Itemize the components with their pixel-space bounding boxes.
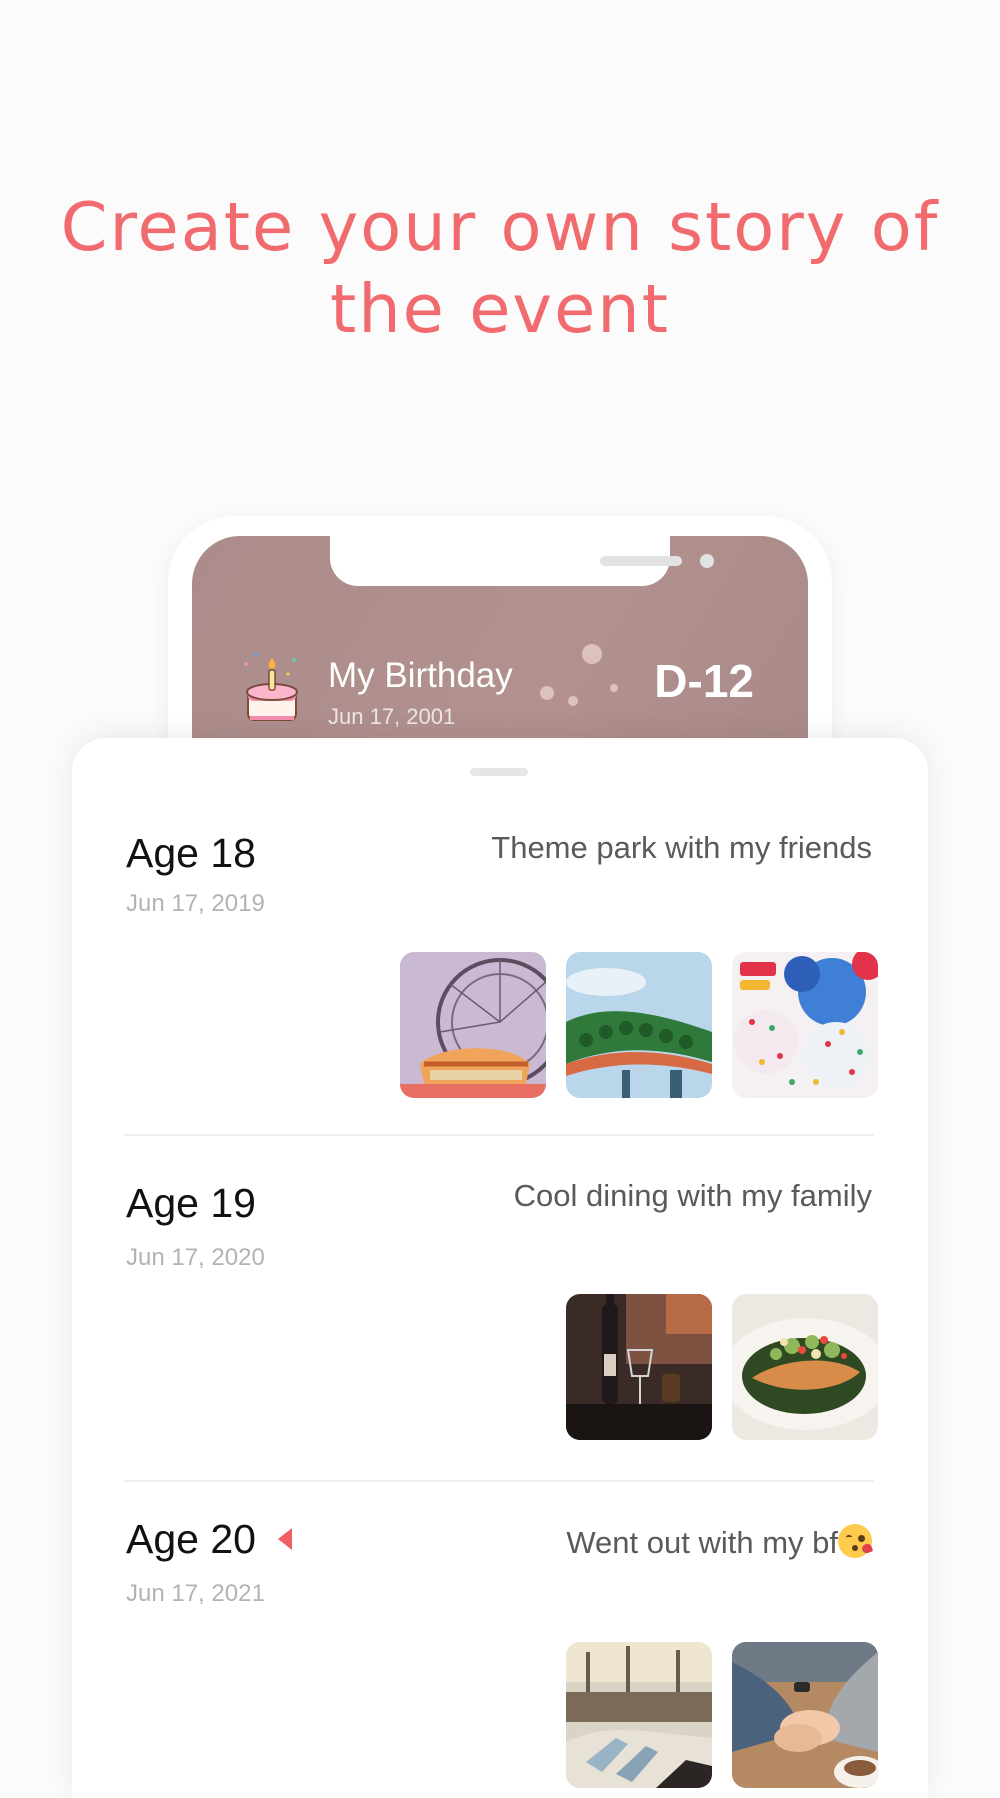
entry-caption: Theme park with my friends <box>491 830 872 865</box>
entry-date: Jun 17, 2019 <box>126 890 265 917</box>
entry-caption: Went out with my bf <box>566 1524 874 1561</box>
ferris-wheel-photo[interactable] <box>400 952 546 1098</box>
headline: Create your own story of the event <box>0 186 1000 350</box>
d-day-counter: D-12 <box>654 655 754 707</box>
front-camera <box>700 554 714 568</box>
entry-age: Age 20 <box>126 1516 256 1562</box>
event-title: My Birthday <box>328 656 513 695</box>
sheet-drag-handle[interactable] <box>470 768 528 776</box>
entry-date: Jun 17, 2020 <box>126 1244 265 1271</box>
roller-coaster-photo[interactable] <box>566 952 712 1098</box>
salmon-dish-photo[interactable] <box>732 1294 878 1440</box>
phone-notch <box>330 536 714 586</box>
birthday-cake-icon <box>244 652 298 721</box>
event-date: Jun 17, 2001 <box>328 704 456 729</box>
entry-caption-text: Went out with my bf <box>566 1525 838 1560</box>
bokeh-light <box>568 696 578 706</box>
entry-date: Jun 17, 2021 <box>126 1580 265 1607</box>
entry-age: Age 18 <box>126 830 256 876</box>
wine-table-photo[interactable] <box>566 1294 712 1440</box>
holding-hands-photo[interactable] <box>732 1642 878 1788</box>
entry-age: Age 19 <box>126 1180 256 1226</box>
entry-divider <box>124 1134 874 1136</box>
bokeh-light <box>540 686 554 700</box>
story-bottom-sheet[interactable]: Age 18 Jun 17, 2019 Theme park with my f… <box>72 738 928 1798</box>
speaker-grille <box>600 556 682 566</box>
bokeh-light <box>582 644 602 664</box>
bokeh-light <box>610 684 618 692</box>
kissing-face-emoji-icon <box>838 1524 874 1558</box>
entry-caption: Cool dining with my family <box>513 1178 872 1213</box>
current-age-marker-icon <box>278 1528 292 1550</box>
headline-line-1: Create your own story of <box>60 188 940 266</box>
headline-line-2: the event <box>329 270 671 348</box>
birthday-balloons-photo[interactable] <box>732 952 878 1098</box>
entry-divider <box>124 1480 874 1482</box>
relaxing-feet-photo[interactable] <box>566 1642 712 1788</box>
